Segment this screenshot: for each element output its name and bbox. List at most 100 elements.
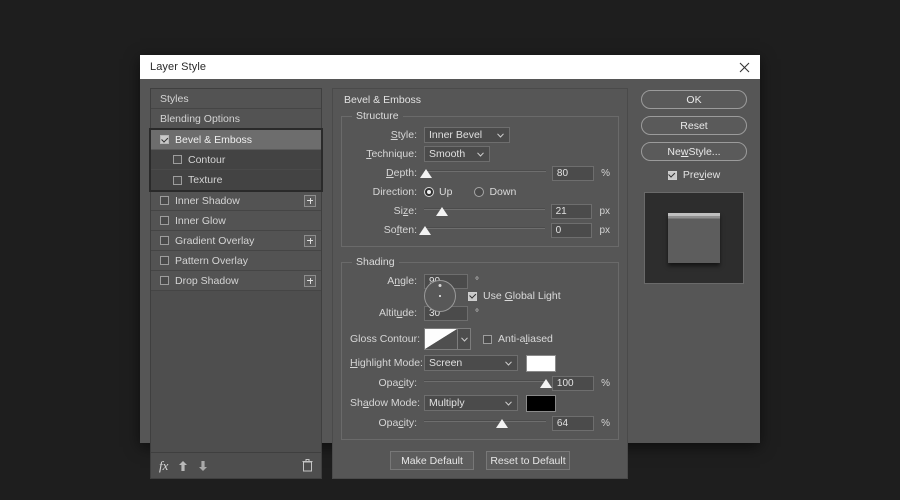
dialog-body: Styles Blending Options Bevel & Emboss C… [140, 79, 760, 489]
size-input[interactable]: 21 [550, 203, 593, 219]
shadow-opacity-slider[interactable] [424, 416, 546, 430]
sidebar-item-drop-shadow[interactable]: Drop Shadow [151, 271, 321, 291]
bevel-emboss-checkbox[interactable] [160, 135, 169, 144]
slider-track [424, 227, 545, 229]
close-icon[interactable] [734, 57, 754, 77]
shadow-color-swatch[interactable] [526, 394, 556, 412]
depth-unit: % [601, 167, 610, 179]
soften-input[interactable]: 0 [550, 222, 593, 238]
size-unit: px [599, 205, 610, 217]
soften-label: Soften: [383, 224, 417, 236]
structure-legend: Structure [356, 110, 399, 122]
preview-checkbox[interactable] [667, 170, 677, 180]
slider-thumb[interactable] [419, 226, 432, 235]
altitude-unit: ° [475, 307, 479, 319]
trash-icon[interactable] [302, 459, 313, 472]
chevron-down-icon [476, 147, 485, 161]
highlight-mode-select[interactable]: Screen [424, 355, 518, 371]
depth-row: Depth: 80 % [350, 164, 610, 182]
shadow-mode-select[interactable]: Multiply [424, 395, 518, 411]
arrow-down-icon[interactable] [198, 460, 208, 472]
inner-shadow-checkbox[interactable] [160, 196, 169, 205]
arrow-up-icon[interactable] [178, 460, 188, 472]
angle-label: Angle: [387, 275, 417, 287]
shadow-opacity-row: Opacity: 64 % [350, 414, 610, 432]
global-light-row: Use Global Light [350, 280, 610, 312]
slider-thumb[interactable] [539, 379, 552, 388]
sidebar-item-label: Gradient Overlay [175, 234, 255, 247]
style-label: Style: [390, 129, 417, 141]
gradient-overlay-checkbox[interactable] [160, 236, 169, 245]
technique-select[interactable]: Smooth [424, 146, 490, 162]
slider-thumb[interactable] [420, 169, 433, 178]
size-slider[interactable] [424, 204, 545, 218]
depth-label: Depth: [386, 167, 417, 179]
highlight-opacity-unit: % [601, 377, 610, 389]
direction-up-radio[interactable] [424, 187, 434, 197]
dialog-title: Layer Style [150, 61, 207, 73]
sidebar-item-styles[interactable]: Styles [151, 89, 321, 109]
sidebar-item-inner-shadow[interactable]: Inner Shadow [151, 191, 321, 211]
contour-checkbox[interactable] [173, 155, 182, 164]
use-global-light-checkbox[interactable] [468, 291, 477, 301]
direction-down-label: Down [489, 186, 517, 198]
add-effect-plus-icon[interactable] [304, 234, 316, 247]
shading-legend: Shading [356, 256, 395, 268]
sidebar-item-blending-options[interactable]: Blending Options [151, 109, 321, 129]
highlight-opacity-label: Opacity: [378, 377, 417, 389]
sidebar-item-gradient-overlay[interactable]: Gradient Overlay [151, 231, 321, 251]
anti-aliased-checkbox[interactable] [483, 334, 492, 344]
chevron-down-icon [504, 356, 513, 370]
sidebar-item-label: Blending Options [160, 112, 240, 125]
sidebar-item-bevel-and-emboss[interactable]: Bevel & Emboss [151, 130, 321, 150]
chevron-down-icon [504, 396, 513, 410]
chevron-down-icon [496, 128, 505, 142]
sidebar-item-label: Drop Shadow [175, 274, 239, 287]
slider-track [424, 170, 546, 172]
preview-label: Preview [682, 169, 721, 181]
shadow-mode-value: Multiply [429, 397, 465, 409]
fx-icon[interactable]: fx [159, 459, 168, 472]
angle-dial[interactable] [424, 280, 456, 312]
highlight-color-swatch[interactable] [526, 354, 556, 372]
reset-to-default-button[interactable]: Reset to Default [486, 451, 570, 470]
sidebar-item-inner-glow[interactable]: Inner Glow [151, 211, 321, 231]
slider-thumb[interactable] [436, 207, 449, 216]
technique-value: Smooth [429, 148, 466, 160]
reset-button[interactable]: Reset [641, 116, 747, 135]
pattern-overlay-checkbox[interactable] [160, 256, 169, 265]
sidebar-item-pattern-overlay[interactable]: Pattern Overlay [151, 251, 321, 271]
direction-label: Direction: [372, 186, 417, 198]
new-style-button[interactable]: Ne w Style... [641, 142, 747, 161]
highlight-opacity-slider[interactable] [424, 376, 552, 390]
sidebar-item-texture[interactable]: Texture [151, 170, 321, 190]
gloss-contour-swatch[interactable] [424, 328, 458, 350]
section-title: Bevel & Emboss [344, 94, 422, 106]
depth-input[interactable]: 80 [551, 165, 595, 181]
gloss-contour-dropdown[interactable] [458, 328, 471, 350]
shadow-mode-label: Shadow Mode: [350, 397, 421, 409]
inner-glow-checkbox[interactable] [160, 216, 169, 225]
style-select[interactable]: Inner Bevel [424, 127, 510, 143]
add-effect-plus-icon[interactable] [304, 274, 316, 287]
depth-slider[interactable] [420, 166, 546, 180]
drop-shadow-checkbox[interactable] [160, 276, 169, 285]
style-value: Inner Bevel [429, 129, 483, 141]
make-default-button[interactable]: Make Default [390, 451, 474, 470]
shadow-opacity-input[interactable]: 64 [551, 415, 595, 431]
sidebar-toolbar: fx [151, 452, 321, 478]
ok-button[interactable]: OK [641, 90, 747, 109]
direction-down-radio[interactable] [474, 187, 485, 197]
slider-thumb[interactable] [496, 419, 509, 428]
dial-handle[interactable] [438, 284, 442, 287]
soften-slider[interactable] [419, 223, 545, 237]
texture-checkbox[interactable] [173, 175, 182, 185]
preview-row: Preview [667, 169, 721, 181]
add-effect-plus-icon[interactable] [304, 194, 316, 207]
sidebar-item-label: Bevel & Emboss [175, 133, 253, 146]
size-row: Size: 21 px [350, 202, 610, 220]
direction-up-label: Up [439, 186, 453, 198]
shadow-opacity-label: Opacity: [378, 417, 417, 429]
highlight-opacity-input[interactable]: 100 [551, 375, 595, 391]
sidebar-item-contour[interactable]: Contour [151, 150, 321, 170]
